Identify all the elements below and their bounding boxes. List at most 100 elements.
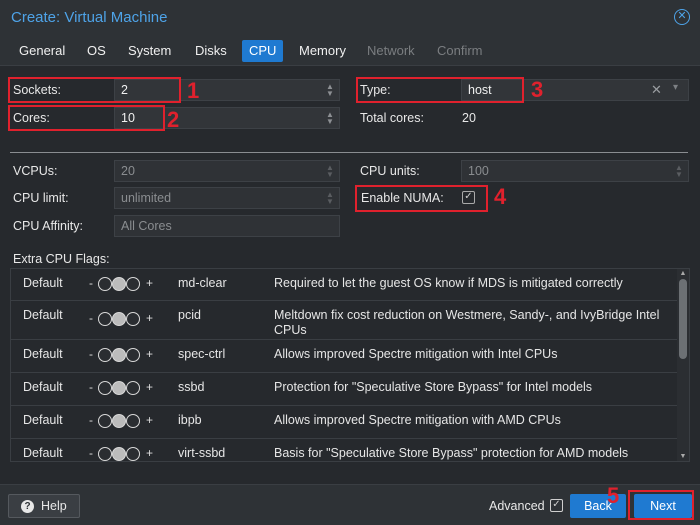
default-knob-icon[interactable] <box>112 348 126 362</box>
flag-minus: - <box>89 347 93 361</box>
annotation-2: 2 <box>167 107 180 132</box>
flag-minus: - <box>89 446 93 460</box>
vcpus-label: VCPUs: <box>13 164 58 178</box>
flag-name: ibpb <box>178 413 202 427</box>
flags-grid: Default - + md-clear Required to let the… <box>10 268 690 462</box>
help-button[interactable]: ? Help <box>8 494 80 518</box>
flag-description: Allows improved Spectre mitigation with … <box>274 413 561 427</box>
flag-description: Required to let the guest OS know if MDS… <box>274 276 623 290</box>
off-knob-icon[interactable] <box>98 414 112 428</box>
close-icon[interactable]: ✕ <box>674 9 690 25</box>
cpu-units-spinner-icon[interactable]: ▲ ▼ <box>673 164 685 179</box>
on-knob-icon[interactable] <box>126 381 140 395</box>
off-knob-icon[interactable] <box>98 348 112 362</box>
flag-tristate-toggle[interactable]: - + <box>89 380 169 396</box>
on-knob-icon[interactable] <box>126 348 140 362</box>
title-bar: Create: Virtual Machine ✕ <box>0 0 700 36</box>
total-cores-value: 20 <box>462 111 476 125</box>
flag-minus: - <box>89 276 93 290</box>
off-knob-icon[interactable] <box>98 277 112 291</box>
tab-os[interactable]: OS <box>80 40 113 62</box>
cpu-limit-label: CPU limit: <box>13 191 69 205</box>
on-knob-icon[interactable] <box>126 312 140 326</box>
vcpus-spinner-icon[interactable]: ▲ ▼ <box>324 164 336 179</box>
advanced-label: Advanced <box>489 499 545 513</box>
on-knob-icon[interactable] <box>126 414 140 428</box>
flag-row: Default - + ibpb Allows improved Spectre… <box>11 406 678 439</box>
flag-minus: - <box>89 380 93 394</box>
tab-system[interactable]: System <box>121 40 178 62</box>
annotation-3: 3 <box>531 77 544 102</box>
flag-tristate-toggle[interactable]: - + <box>89 347 169 363</box>
flag-name: md-clear <box>178 276 227 290</box>
flag-row: Default - + md-clear Required to let the… <box>11 269 678 301</box>
flag-row: Default - + virt-ssbd Basis for "Specula… <box>11 439 678 461</box>
flag-tristate-toggle[interactable]: - + <box>89 311 169 327</box>
tab-cpu[interactable]: CPU <box>242 40 284 62</box>
flag-plus: + <box>146 380 154 394</box>
flag-row: Default - + spec-ctrl Allows improved Sp… <box>11 340 678 373</box>
vcpus-input[interactable]: 20 <box>114 160 340 182</box>
type-clear-icon[interactable]: ✕ <box>651 82 662 98</box>
default-knob-icon[interactable] <box>112 381 126 395</box>
flag-tristate-toggle[interactable]: - + <box>89 276 169 292</box>
flag-plus: + <box>146 311 154 325</box>
default-knob-icon[interactable] <box>112 447 126 461</box>
off-knob-icon[interactable] <box>98 447 112 461</box>
flag-plus: + <box>146 413 154 427</box>
divider <box>10 152 688 153</box>
default-knob-icon[interactable] <box>112 312 126 326</box>
flag-state: Default <box>23 446 63 460</box>
cpu-limit-spinner-icon[interactable]: ▲ ▼ <box>324 191 336 206</box>
scroll-up-icon[interactable]: ▲ <box>679 270 687 277</box>
flag-state: Default <box>23 380 63 394</box>
flag-plus: + <box>146 276 154 290</box>
tab-disks[interactable]: Disks <box>188 40 234 62</box>
flag-plus: + <box>146 446 154 460</box>
highlight-box-2 <box>8 105 165 131</box>
advanced-checkbox[interactable]: ✓ <box>550 499 563 512</box>
flag-state: Default <box>23 347 63 361</box>
highlight-box-4 <box>355 185 488 212</box>
default-knob-icon[interactable] <box>112 277 126 291</box>
flag-description: Meltdown fix cost reduction on Westmere,… <box>274 308 660 337</box>
flag-state: Default <box>23 308 63 322</box>
chevron-down-icon[interactable]: ▾ <box>673 82 678 93</box>
default-knob-icon[interactable] <box>112 414 126 428</box>
flag-description: Protection for "Speculative Store Bypass… <box>274 380 593 394</box>
highlight-box-1 <box>8 77 181 103</box>
flag-plus: + <box>146 347 154 361</box>
window-title: Create: Virtual Machine <box>11 9 168 26</box>
annotation-5: 5 <box>607 483 620 508</box>
scroll-thumb[interactable] <box>679 279 687 359</box>
flag-description: Basis for "Speculative Store Bypass" pro… <box>274 446 629 460</box>
flag-name: ssbd <box>178 380 205 394</box>
flag-tristate-toggle[interactable]: - + <box>89 446 169 461</box>
flag-minus: - <box>89 311 93 325</box>
off-knob-icon[interactable] <box>98 381 112 395</box>
flag-row: Default - + pcid Meltdown fix cost reduc… <box>11 301 678 340</box>
question-icon: ? <box>21 500 34 513</box>
flag-tristate-toggle[interactable]: - + <box>89 413 169 429</box>
cpu-units-input[interactable]: 100 <box>461 160 689 182</box>
cpu-affinity-input[interactable]: All Cores <box>114 215 340 237</box>
total-cores-label: Total cores: <box>360 111 424 125</box>
tab-confirm: Confirm <box>437 43 483 58</box>
footer: ? Help Advanced ✓ Back Next <box>0 484 700 525</box>
on-knob-icon[interactable] <box>126 447 140 461</box>
cpu-limit-input[interactable]: unlimited <box>114 187 340 209</box>
off-knob-icon[interactable] <box>98 312 112 326</box>
tab-general[interactable]: General <box>12 40 72 62</box>
tab-network: Network <box>367 43 415 58</box>
flag-name: pcid <box>178 308 201 322</box>
sockets-spinner-icon[interactable]: ▲ ▼ <box>324 83 336 98</box>
scroll-down-icon[interactable]: ▼ <box>679 453 687 460</box>
cores-spinner-icon[interactable]: ▲ ▼ <box>324 111 336 126</box>
flag-minus: - <box>89 413 93 427</box>
tab-memory[interactable]: Memory <box>292 40 353 62</box>
flag-state: Default <box>23 276 63 290</box>
on-knob-icon[interactable] <box>126 277 140 291</box>
tab-bar: General OS System Disks CPU Memory Netwo… <box>0 36 700 66</box>
flags-scrollbar[interactable]: ▲ ▼ <box>677 269 689 461</box>
cpu-units-label: CPU units: <box>360 164 420 178</box>
